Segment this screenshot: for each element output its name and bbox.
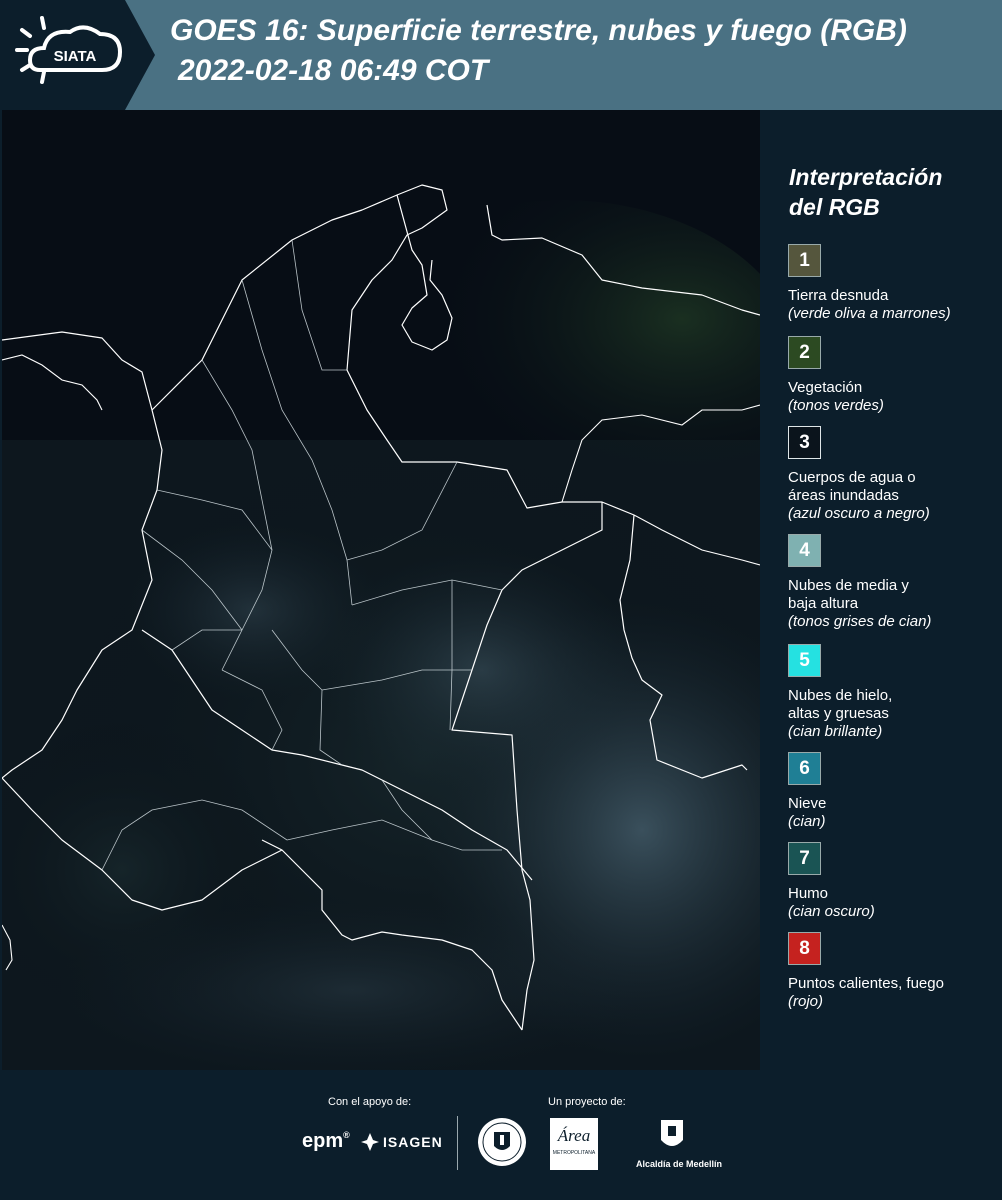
legend-label-text: Tierra desnuda [788,287,889,304]
antioquia-seal [476,1116,528,1173]
area-logo-text: Área [557,1126,591,1145]
legend-note: (tonos grises de cian) [788,613,932,630]
legend-item-7: 7 Humo (cian oscuro) [788,842,875,921]
legend-label: Tierra desnuda (verde oliva a marrones) [788,287,951,323]
epm-logo: epm® [302,1130,350,1152]
page-timestamp: 2022-02-18 06:49 COT [178,54,489,87]
legend-label: Nubes de hielo, altas y gruesas (cian br… [788,687,892,741]
legend-item-5: 5 Nubes de hielo, altas y gruesas (cian … [788,644,892,741]
legend-swatch: 6 [788,752,821,785]
legend-label-text2: altas y gruesas [788,705,889,722]
legend-label-text: Puntos calientes, fuego [788,975,944,992]
siata-logo: SIATA [0,0,155,110]
legend-label: Nieve (cian) [788,795,826,831]
legend-label-text: Cuerpos de agua o [788,469,916,486]
legend-label-text: Nubes de hielo, [788,687,893,704]
legend-note: (azul oscuro a negro) [788,505,930,522]
legend-item-3: 3 Cuerpos de agua o áreas inundadas (azu… [788,426,930,523]
legend-note: (rojo) [788,993,824,1010]
legend-item-1: 1 Tierra desnuda (verde oliva a marrones… [788,244,951,323]
legend-label-text2: baja altura [788,595,859,612]
legend-swatch: 5 [788,644,821,677]
area-metropolitana-logo: Área METROPOLITANA [550,1118,598,1170]
area-logo-sub: METROPOLITANA [552,1150,596,1156]
legend-label-text2: áreas inundadas [788,487,899,504]
legend-note: (verde oliva a marrones) [788,305,951,322]
footer: Con el apoyo de: Un proyecto de: epm® IS… [0,1070,1002,1200]
legend-note: (tonos verdes) [788,397,884,414]
epm-logo-text: epm [302,1130,344,1152]
legend-swatch: 4 [788,534,821,567]
legend-item-2: 2 Vegetación (tonos verdes) [788,336,884,415]
legend-item-8: 8 Puntos calientes, fuego (rojo) [788,932,944,1011]
legend-label-text: Vegetación [788,379,863,396]
legend-swatch: 8 [788,932,821,965]
legend-label-text: Nieve [788,795,827,812]
alcaldia-logo: Alcaldía de Medellín [636,1118,722,1169]
legend-title-line2: del RGB [789,194,880,220]
legend-title: Interpretación del RGB [789,162,989,222]
header-bar: SIATA GOES 16: Superficie terrestre, nub… [0,0,1002,110]
legend-swatch: 2 [788,336,821,369]
legend-panel: Interpretación del RGB 1 Tierra desnuda … [775,110,1002,1070]
legend-note: (cian) [788,813,826,830]
siata-logo-text: SIATA [54,48,97,65]
legend-label: Vegetación (tonos verdes) [788,379,884,415]
isagen-logo: ISAGEN [360,1132,443,1152]
legend-swatch: 1 [788,244,821,277]
isagen-logo-text: ISAGEN [383,1134,443,1150]
legend-item-6: 6 Nieve (cian) [788,752,826,831]
page-title: GOES 16: Superficie terrestre, nubes y f… [170,14,907,47]
legend-note: (cian oscuro) [788,903,875,920]
legend-label-text: Humo [788,885,829,902]
satellite-map [2,110,760,1070]
legend-label: Puntos calientes, fuego (rojo) [788,975,944,1011]
legend-note: (cian brillante) [788,723,883,740]
legend-swatch: 7 [788,842,821,875]
legend-swatch: 3 [788,426,821,459]
isagen-icon [361,1133,379,1151]
footer-divider [457,1116,458,1170]
legend-label-text: Nubes de media y [788,577,909,594]
legend-label: Nubes de media y baja altura (tonos gris… [788,577,931,631]
legend-label: Humo (cian oscuro) [788,885,875,921]
medellin-shield-icon [661,1120,683,1146]
project-label: Un proyecto de: [548,1096,626,1108]
alcaldia-text: Alcaldía de Medellín [636,1159,723,1169]
legend-item-4: 4 Nubes de media y baja altura (tonos gr… [788,534,931,631]
support-label: Con el apoyo de: [328,1096,412,1108]
legend-title-line1: Interpretación [789,164,943,190]
legend-label: Cuerpos de agua o áreas inundadas (azul … [788,469,930,523]
